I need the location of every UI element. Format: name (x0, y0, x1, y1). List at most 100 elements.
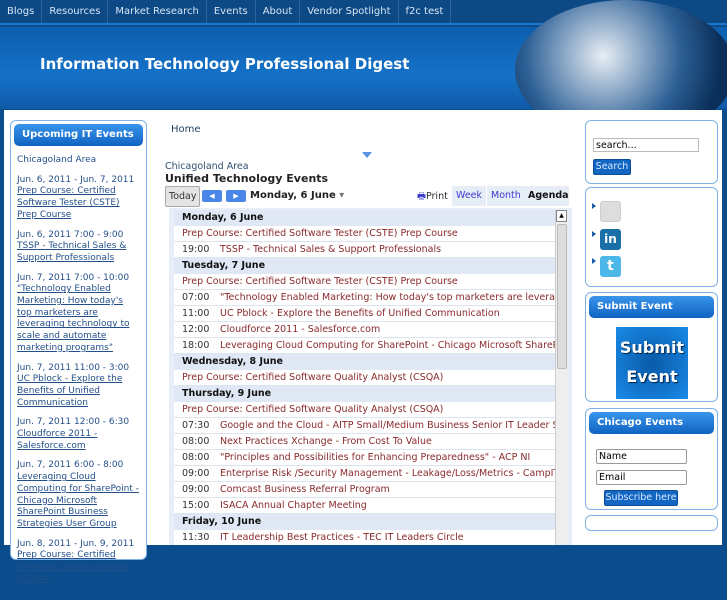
event-link[interactable]: TSSP - Technical Sales & Support Profess… (17, 241, 140, 264)
panel-title: Upcoming IT Events (14, 124, 143, 146)
day-header: Tuesday, 7 June (174, 258, 555, 274)
agenda-row[interactable]: 12:00 Cloudforce 2011 - Salesforce.com (174, 322, 555, 338)
agenda-row[interactable]: 07:00 "Technology Enabled Marketing: How … (174, 290, 555, 306)
tab-month[interactable]: Month (487, 186, 525, 206)
event-date: Jun. 8, 2011 - Jun. 9, 2011 (17, 538, 135, 549)
agenda-row[interactable]: 15:00 ISACA Annual Chapter Meeting (174, 498, 555, 514)
nav-item-f2c-test[interactable]: f2c test (399, 0, 452, 23)
event-title[interactable]: "Principles and Possibilities for Enhanc… (220, 452, 530, 463)
email-field[interactable] (596, 470, 687, 485)
name-field[interactable] (596, 449, 687, 464)
agenda-row[interactable]: 11:00 UC Pblock - Explore the Benefits of… (174, 306, 555, 322)
event-link[interactable]: Leveraging Cloud Computing for SharePoin… (17, 472, 140, 531)
scrollbar[interactable]: ▲ (555, 210, 567, 545)
event-title[interactable]: Prep Course: Certified Software Tester (… (182, 276, 458, 287)
agenda-row[interactable]: 19:00 TSSP - Technical Sales & Support Pr… (174, 242, 555, 258)
event-title[interactable]: Leveraging Cloud Computing for SharePoin… (220, 340, 555, 351)
event-title[interactable]: ISACA Annual Chapter Meeting (220, 500, 367, 511)
event-link[interactable]: Prep Course: Certified Software Quality … (17, 550, 140, 585)
agenda-row[interactable]: 07:30 Google and the Cloud - AITP Small/M… (174, 418, 555, 434)
network-icon[interactable] (600, 201, 621, 222)
subscribe-button[interactable]: Subscribe here (604, 490, 678, 506)
breadcrumb-home[interactable]: Home (171, 124, 201, 135)
print-button[interactable]: 🖶Print (417, 189, 448, 205)
agenda-row[interactable]: Prep Course: Certified Software Tester (… (174, 226, 555, 242)
submit-event-button[interactable]: Submit Event (616, 327, 688, 399)
event-date: Jun. 7, 2011 6:00 - 8:00 (17, 460, 124, 471)
event-title[interactable]: Prep Course: Certified Software Quality … (182, 372, 443, 383)
agenda-row[interactable]: 18:00 Leveraging Cloud Computing for Shar… (174, 338, 555, 354)
dropdown-arrow-icon[interactable] (362, 152, 372, 158)
tab-week[interactable]: Week (452, 186, 487, 206)
tab-agenda[interactable]: Agenda (524, 186, 569, 206)
event-time: 18:00 (182, 340, 210, 351)
event-date: Jun. 7, 2011 12:00 - 6:30 (17, 417, 130, 428)
agenda-row[interactable]: Prep Course: Certified Software Quality … (174, 402, 555, 418)
site-title: Information Technology Professional Dige… (40, 55, 410, 73)
agenda-row[interactable]: Prep Course: Certified Software Tester (… (174, 274, 555, 290)
event-date: Jun. 6, 2011 - Jun. 7, 2011 (17, 174, 135, 185)
event-date: Jun. 6, 2011 7:00 - 9:00 (17, 229, 124, 240)
event-title[interactable]: Prep Course: Certified Software Tester (… (182, 228, 458, 239)
event-title[interactable]: TSSP - Technical Sales & Support Profess… (220, 244, 441, 255)
nav-item-events[interactable]: Events (207, 0, 256, 23)
event-title[interactable]: UC Pblock - Explore the Benefits of Unif… (220, 308, 500, 319)
submit-event-panel: Submit Event Submit Event (585, 292, 718, 402)
calendar-toolbar: Today ◀ ▶ Monday, 6 June ▾ 🖶Print Week M… (165, 186, 569, 208)
list-item: Jun. 8, 2011 - Jun. 9, 2011 Prep Course: … (17, 539, 140, 586)
nav-item-resources[interactable]: Resources (42, 0, 109, 23)
scroll-thumb[interactable] (557, 224, 567, 369)
agenda-row[interactable]: 09:00 Comcast Business Referral Program (174, 482, 555, 498)
nav-item-market-research[interactable]: Market Research (108, 0, 207, 23)
event-time: 19:00 (182, 244, 210, 255)
linkedin-icon[interactable]: in (600, 229, 621, 250)
next-button[interactable]: ▶ (226, 190, 246, 202)
date-picker[interactable]: Monday, 6 June ▾ (250, 190, 344, 201)
event-time: 09:00 (182, 468, 210, 479)
agenda-row[interactable]: Prep Course: Certified Software Quality … (174, 370, 555, 386)
nav-item-vendor-spotlight[interactable]: Vendor Spotlight (300, 0, 399, 23)
list-item: Jun. 6, 2011 7:00 - 9:00 TSSP - Technical… (17, 230, 140, 265)
agenda-view: Monday, 6 June Prep Course: Certified Sof… (169, 208, 572, 545)
agenda-row[interactable]: 08:00 "Principles and Possibilities for E… (174, 450, 555, 466)
nav-item-about[interactable]: About (256, 0, 301, 23)
area-label: Chicagoland Area (17, 155, 97, 165)
today-button[interactable]: Today (165, 186, 201, 207)
agenda-row[interactable]: 11:30 IT Leadership Best Practices - TEC … (174, 530, 555, 545)
list-item: Jun. 7, 2011 6:00 - 8:00 Leveraging Cloud… (17, 460, 140, 530)
event-time: 07:00 (182, 292, 210, 303)
panel-title: Chicago Events (589, 412, 714, 434)
event-link[interactable]: "Technology Enabled Marketing: How today… (17, 284, 140, 354)
panel-title: Submit Event (589, 296, 714, 318)
social-panel: in t (585, 187, 718, 287)
chevron-down-icon: ▾ (339, 190, 345, 201)
event-title[interactable]: Next Practices Xchange - From Cost To Va… (220, 436, 432, 447)
event-title[interactable]: IT Leadership Best Practices - TEC IT Le… (220, 532, 464, 543)
day-header: Monday, 6 June (174, 210, 555, 226)
event-title[interactable]: Prep Course: Certified Software Quality … (182, 404, 443, 415)
site-header: Information Technology Professional Dige… (0, 0, 727, 140)
submit-text: Submit (619, 338, 685, 357)
day-header: Friday, 10 June (174, 514, 555, 530)
search-input[interactable] (593, 138, 699, 152)
event-title[interactable]: Enterprise Risk /Security Management - L… (220, 468, 555, 479)
twitter-icon[interactable]: t (600, 256, 621, 277)
event-date: Jun. 7, 2011 11:00 - 3:00 (17, 362, 130, 373)
agenda-row[interactable]: 09:00 Enterprise Risk /Security Managemen… (174, 466, 555, 482)
prev-button[interactable]: ◀ (202, 190, 222, 202)
event-title[interactable]: Comcast Business Referral Program (220, 484, 390, 495)
scroll-up-icon[interactable]: ▲ (556, 210, 567, 222)
agenda-row[interactable]: 08:00 Next Practices Xchange - From Cost … (174, 434, 555, 450)
event-link[interactable]: UC Pblock - Explore the Benefits of Unif… (17, 374, 140, 409)
search-button[interactable]: Search (593, 159, 631, 175)
event-link[interactable]: Cloudforce 2011 - Salesforce.com (17, 429, 140, 452)
event-title[interactable]: "Technology Enabled Marketing: How today… (220, 292, 555, 303)
event-title[interactable]: Cloudforce 2011 - Salesforce.com (220, 324, 380, 335)
nav-item-blogs[interactable]: Blogs (0, 0, 43, 23)
upcoming-events-panel: Upcoming IT Events Chicagoland Area Jun.… (10, 120, 147, 584)
event-link[interactable]: Prep Course: Certified Software Tester (… (17, 186, 140, 221)
event-text: Event (626, 367, 678, 386)
bullet-icon (592, 231, 596, 237)
day-header: Thursday, 9 June (174, 386, 555, 402)
event-title[interactable]: Google and the Cloud - AITP Small/Medium… (220, 420, 555, 431)
